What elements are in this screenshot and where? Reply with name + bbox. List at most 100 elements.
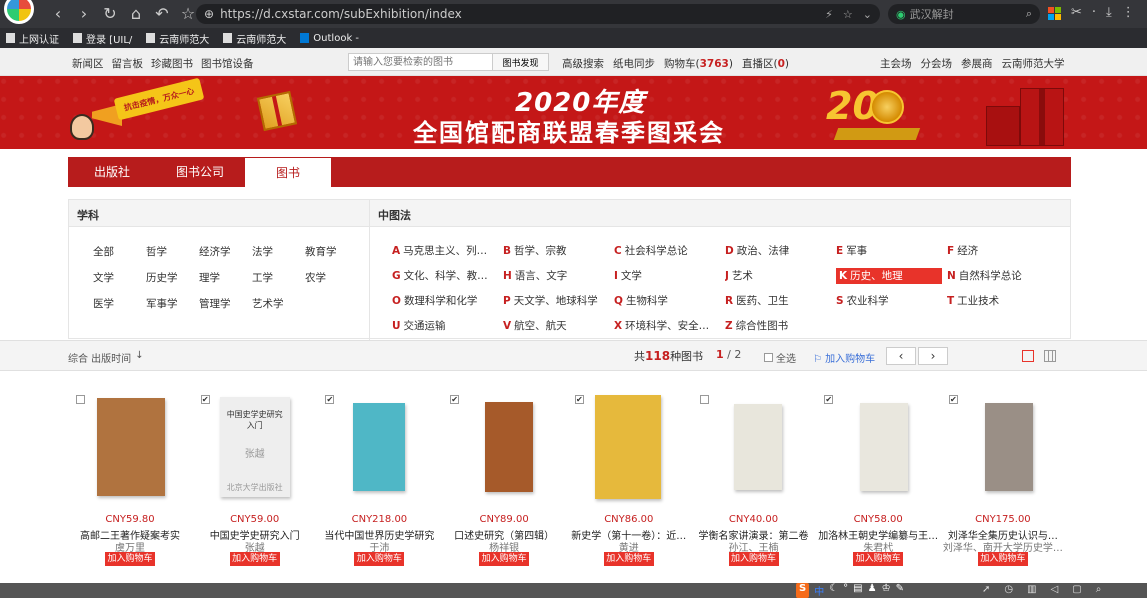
- moon-icon[interactable]: ☾: [829, 583, 838, 598]
- nav-link-board[interactable]: 留言板: [112, 56, 144, 71]
- tab-books[interactable]: 图书: [244, 157, 332, 187]
- book-card[interactable]: ✔ 中国史学史研究入门 张越 北京大学出版社 CNY59.00 中国史学史研究入门 张越 加入…: [193, 387, 317, 577]
- book-select-checkbox[interactable]: ✔: [450, 395, 460, 404]
- clc-item[interactable]: B 哲学、宗教: [503, 243, 614, 259]
- subject-item[interactable]: 文学: [93, 270, 146, 285]
- wrench-icon[interactable]: ✎: [896, 583, 904, 598]
- reload-icon[interactable]: ↻: [102, 5, 118, 23]
- clc-item[interactable]: X 环境科学、安全…: [614, 318, 725, 334]
- home-icon[interactable]: ⌂: [128, 5, 144, 23]
- subject-item[interactable]: 艺术学: [252, 296, 305, 311]
- favorite-star-icon[interactable]: ☆: [180, 5, 196, 23]
- book-card[interactable]: ✔ CNY218.00 当代中国世界历史学研究 于沛 加入购物车: [317, 387, 441, 577]
- add-to-cart-button[interactable]: 加入购物车: [105, 552, 155, 566]
- advanced-search-link[interactable]: 高级搜索: [562, 56, 604, 71]
- clc-item[interactable]: G 文化、科学、教…: [392, 268, 503, 284]
- book-select-checkbox[interactable]: ✔: [200, 395, 210, 404]
- subject-item[interactable]: 理学: [199, 270, 252, 285]
- book-select-checkbox[interactable]: [76, 395, 85, 404]
- book-cover[interactable]: [594, 395, 661, 499]
- live-link[interactable]: 直播区(0): [742, 56, 789, 71]
- clc-item[interactable]: E 军事: [836, 243, 947, 259]
- university-link[interactable]: 云南师范大学: [1002, 56, 1065, 71]
- rocket-icon[interactable]: ➚: [982, 584, 990, 595]
- undo-icon[interactable]: ↶: [154, 5, 170, 23]
- clc-item[interactable]: K 历史、地理: [836, 268, 942, 284]
- clc-item[interactable]: C 社会科学总论: [614, 243, 725, 259]
- zoom-icon[interactable]: ⌕: [1096, 584, 1102, 595]
- download-icon[interactable]: ⤓: [1106, 5, 1112, 20]
- clc-item[interactable]: H 语言、文字: [503, 268, 614, 284]
- book-cover[interactable]: [733, 404, 782, 490]
- sort-label[interactable]: 综合 出版时间: [68, 350, 131, 365]
- punctuation-icon[interactable]: °: [843, 583, 848, 598]
- subject-item[interactable]: 经济学: [199, 244, 252, 259]
- subject-item[interactable]: 教育学: [305, 244, 358, 259]
- nav-link-news[interactable]: 新闻区: [72, 56, 104, 71]
- bookmark-item[interactable]: 登录 [UIL/: [73, 31, 132, 46]
- nav-link-equipment[interactable]: 图书馆设备: [201, 56, 254, 71]
- bookmark-item[interactable]: Outlook -: [300, 33, 359, 44]
- book-cover[interactable]: 中国史学史研究入门 张越 北京大学出版社: [219, 397, 290, 497]
- sort-down-icon[interactable]: ↓: [135, 350, 143, 365]
- browser-logo-icon[interactable]: [4, 0, 34, 24]
- clc-item[interactable]: A 马克思主义、列…: [392, 243, 503, 259]
- book-select-checkbox[interactable]: ✔: [325, 395, 335, 404]
- tab-book-companies[interactable]: 图书公司: [156, 157, 244, 187]
- book-card[interactable]: CNY40.00 学衡名家讲演录：第二卷 孙江、王楠 加入购物车: [692, 387, 816, 577]
- add-to-cart-button[interactable]: 加入购物车: [229, 552, 280, 566]
- subject-item[interactable]: 历史学: [146, 270, 199, 285]
- address-bar[interactable]: ⊕ https:// d.cxstar.com/subExhibition/in…: [196, 4, 880, 24]
- subject-item[interactable]: 哲学: [146, 244, 199, 259]
- shirt-icon[interactable]: ♔: [882, 583, 891, 598]
- sync-link[interactable]: 纸电同步: [613, 56, 655, 71]
- clock-icon[interactable]: ◷: [1004, 584, 1013, 595]
- clc-item[interactable]: N 自然科学总论: [947, 268, 1058, 284]
- clc-item[interactable]: S 农业科学: [836, 293, 947, 309]
- book-card[interactable]: ✔ CNY58.00 加洛林王朝史学编纂与王… 朱君杙 加入购物车: [816, 387, 940, 577]
- flash-icon[interactable]: ⚡: [825, 8, 833, 21]
- add-to-cart-button[interactable]: 加入购物车: [728, 552, 779, 566]
- cart-link[interactable]: 购物车(3763): [664, 56, 733, 71]
- book-select-checkbox[interactable]: [699, 395, 709, 404]
- clc-item[interactable]: U 交通运输: [392, 318, 503, 334]
- clc-item[interactable]: D 政治、法律: [725, 243, 836, 259]
- keyboard-icon[interactable]: ▤: [853, 583, 862, 598]
- book-card[interactable]: ✔ CNY86.00 新史学（第十一卷）：近… 黄进 加入购物车: [567, 387, 691, 577]
- add-to-cart-button[interactable]: 加入购物车: [603, 552, 654, 566]
- subject-item[interactable]: 管理学: [199, 296, 252, 311]
- select-all[interactable]: 全选: [764, 350, 796, 365]
- tab-publishers[interactable]: 出版社: [68, 157, 156, 187]
- bookmark-item[interactable]: 云南师范大: [146, 31, 209, 46]
- book-cover[interactable]: [353, 403, 406, 491]
- book-card[interactable]: CNY59.80 高邮二王著作疑案考实 虞万里 加入购物车: [68, 387, 192, 577]
- book-cover[interactable]: [984, 403, 1033, 491]
- add-to-cart-button[interactable]: 加入购物车: [479, 552, 530, 566]
- select-all-checkbox[interactable]: [764, 353, 773, 362]
- clc-item[interactable]: I 文学: [614, 268, 725, 284]
- more-icon[interactable]: ⋮: [1122, 5, 1135, 20]
- list-view-icon[interactable]: [1022, 350, 1034, 362]
- bookmark-star-icon[interactable]: ☆: [843, 8, 853, 21]
- sogou-icon[interactable]: S: [796, 583, 810, 598]
- clc-item[interactable]: T 工业技术: [947, 293, 1058, 309]
- main-venue-link[interactable]: 主会场: [880, 56, 912, 71]
- subject-item[interactable]: 工学: [252, 270, 305, 285]
- clc-item[interactable]: P 天文学、地球科学: [503, 293, 614, 309]
- menu-dot-icon[interactable]: ·: [1092, 5, 1096, 20]
- add-to-cart-button[interactable]: 加入购物车: [977, 552, 1028, 566]
- book-cover[interactable]: [485, 402, 534, 492]
- book-search-button[interactable]: 图书发现: [493, 53, 549, 71]
- trash-icon[interactable]: ▥: [1027, 584, 1036, 595]
- dropdown-chevron-icon[interactable]: ⌄: [863, 8, 872, 21]
- book-search-input[interactable]: [348, 53, 493, 71]
- clc-item[interactable]: F 经济: [947, 243, 1058, 259]
- book-cover[interactable]: [860, 403, 909, 491]
- grid-view-icon[interactable]: [1044, 350, 1056, 362]
- add-to-cart-button[interactable]: 加入购物车: [354, 552, 405, 566]
- ime-mode[interactable]: 中: [814, 583, 824, 598]
- apps-grid-icon[interactable]: [1048, 7, 1061, 20]
- book-card[interactable]: ✔ CNY89.00 口述史研究（第四辑） 杨祥银 加入购物车: [442, 387, 566, 577]
- book-select-checkbox[interactable]: ✔: [948, 395, 958, 404]
- next-page-button[interactable]: ›: [918, 347, 948, 365]
